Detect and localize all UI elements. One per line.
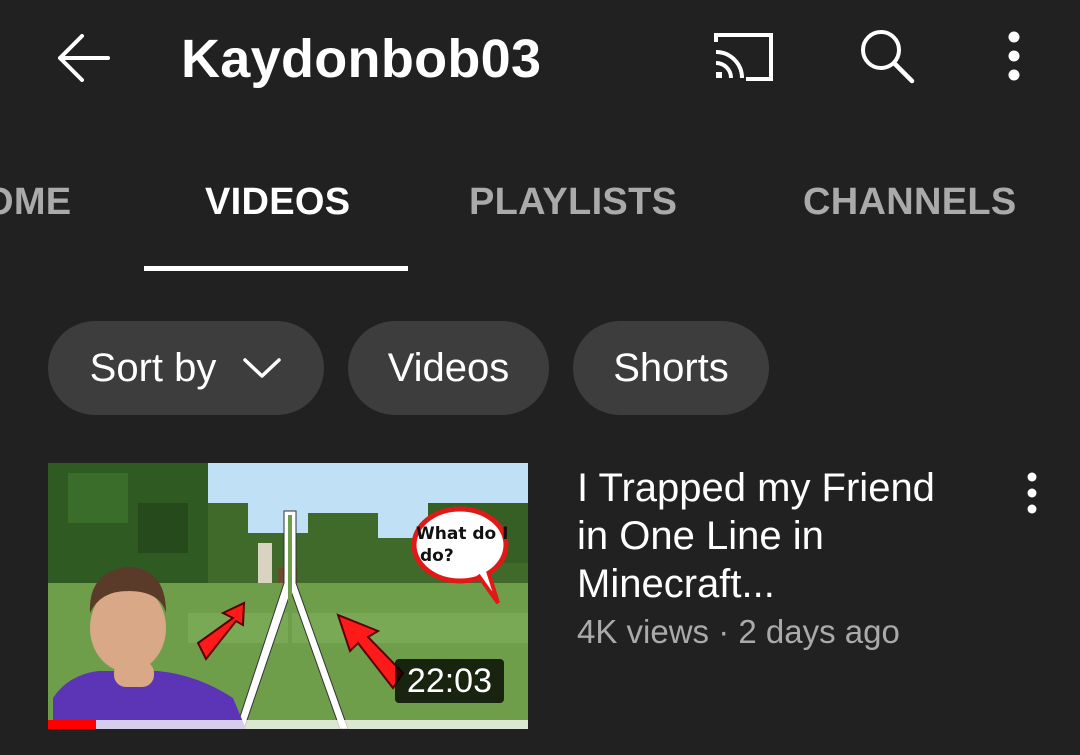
chevron-down-icon	[243, 358, 282, 378]
video-metadata: 4K views · 2 days ago	[577, 613, 900, 650]
watch-progress-bar	[48, 720, 528, 729]
cast-button[interactable]	[706, 26, 780, 86]
svg-text:do?: do?	[420, 546, 454, 566]
tab-playlists[interactable]: PLAYLISTS	[469, 178, 677, 226]
cast-icon	[714, 33, 773, 81]
search-button[interactable]	[852, 24, 922, 88]
arrow-back-icon	[58, 34, 110, 82]
sort-by-chip[interactable]: Sort by	[48, 321, 324, 415]
shorts-chip[interactable]: Shorts	[573, 321, 769, 415]
more-options-button[interactable]	[990, 26, 1038, 86]
svg-text:What do I: What do I	[416, 524, 508, 544]
tab-channels[interactable]: CHANNELS	[803, 178, 1017, 226]
video-title[interactable]: I Trapped my Friend in One Line in Minec…	[577, 464, 977, 608]
tab-home[interactable]: OME	[0, 178, 71, 226]
more-vert-icon	[1027, 472, 1037, 514]
search-icon	[861, 30, 915, 84]
channel-title: Kaydonbob03	[181, 29, 542, 89]
back-button[interactable]	[52, 28, 116, 88]
active-tab-indicator	[144, 266, 408, 271]
video-more-options-button[interactable]	[1010, 468, 1054, 518]
sort-by-label: Sort by	[89, 345, 217, 390]
more-vert-icon	[1008, 31, 1020, 81]
video-duration: 22:03	[394, 659, 504, 703]
channel-page: Kaydonbob03 OME VIDEOS PLAYLISTS CHANNEL…	[0, 0, 1080, 755]
watch-progress-fill	[48, 720, 96, 729]
video-thumbnail[interactable]: What do I do? 22:03	[48, 463, 528, 729]
tab-videos[interactable]: VIDEOS	[205, 178, 350, 226]
videos-chip[interactable]: Videos	[348, 321, 549, 415]
